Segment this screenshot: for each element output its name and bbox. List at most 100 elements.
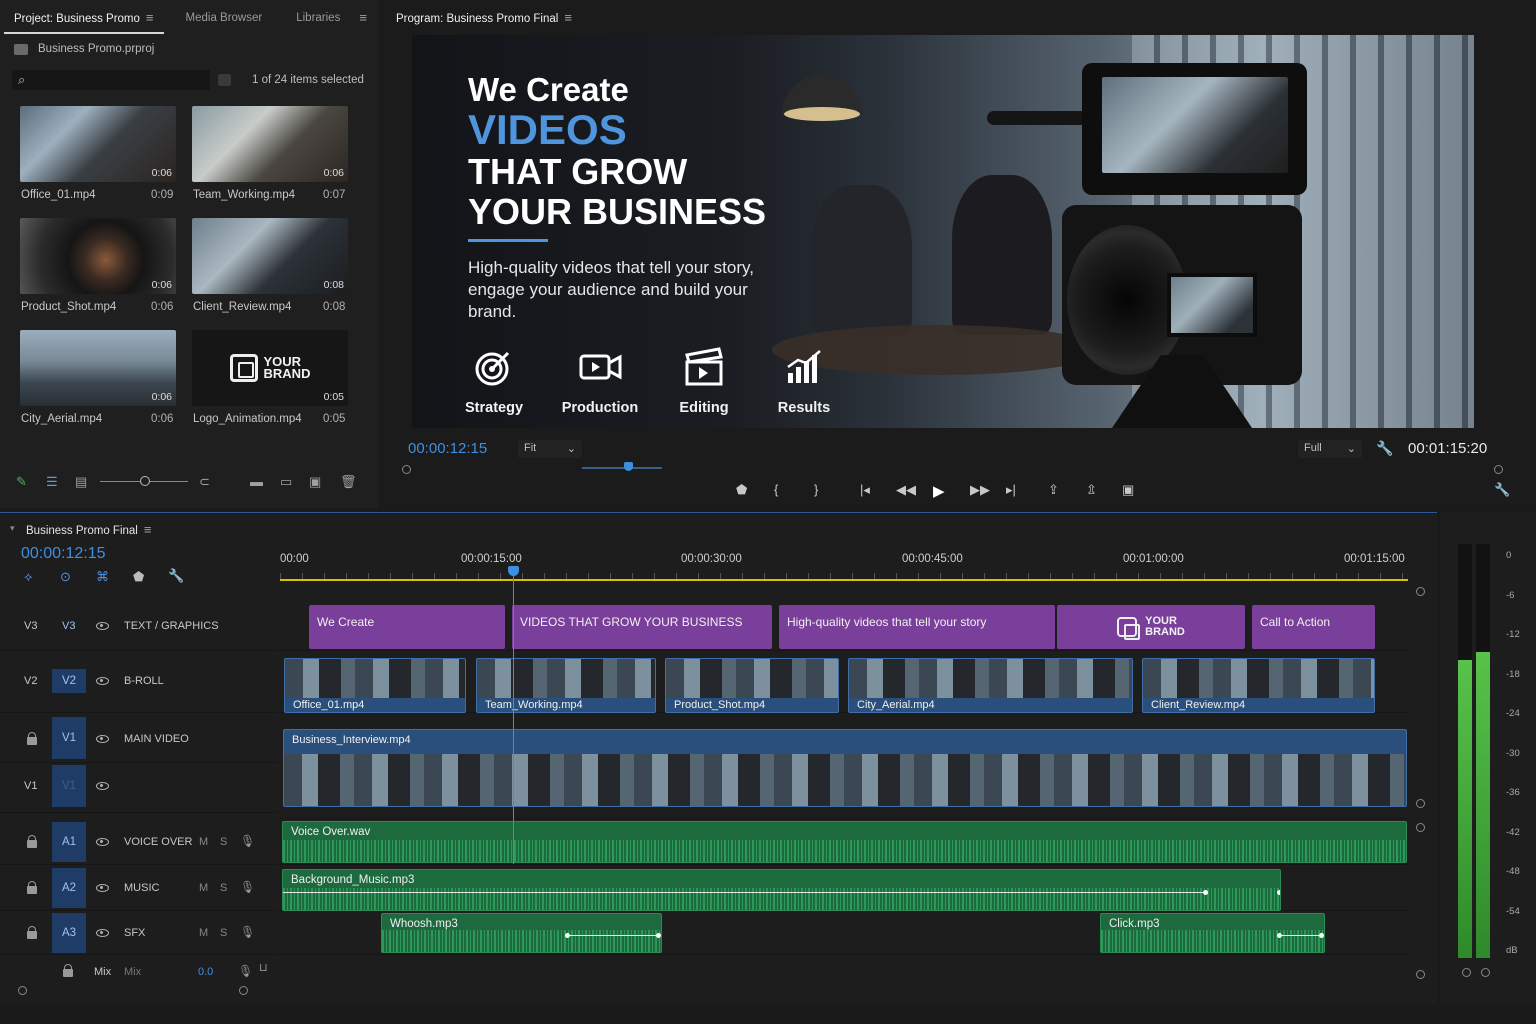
- track-target[interactable]: V1: [52, 765, 86, 807]
- lock-icon[interactable]: [63, 964, 73, 977]
- timeline-playhead-line[interactable]: [513, 570, 514, 864]
- eye-icon[interactable]: [96, 884, 109, 892]
- track-target[interactable]: V3: [62, 620, 75, 632]
- graphics-clip[interactable]: Call to Action: [1252, 605, 1375, 649]
- video-clip[interactable]: Team_Working.mp4: [476, 658, 656, 713]
- audio-clip[interactable]: Voice Over.wav: [282, 821, 1407, 863]
- vertical-scroll-handle[interactable]: [1416, 799, 1425, 808]
- sort-icon[interactable]: ⊂: [199, 474, 210, 490]
- panel-menu-icon[interactable]: ≡: [564, 10, 572, 25]
- eye-icon[interactable]: [96, 622, 109, 630]
- work-area-bar[interactable]: [280, 579, 1408, 581]
- track-id[interactable]: V2: [24, 675, 37, 687]
- volume-line[interactable]: [566, 935, 658, 936]
- new-bin-icon[interactable]: [218, 74, 231, 86]
- scrub-end-handle[interactable]: [1494, 465, 1503, 474]
- track-target[interactable]: V2: [52, 669, 86, 693]
- find-icon[interactable]: ▬: [250, 474, 263, 489]
- time-ruler[interactable]: 00:00 00:00:15:00 00:00:30:00 00:00:45:0…: [280, 549, 1410, 581]
- panel-menu-icon[interactable]: ≡: [359, 10, 367, 25]
- solo-button[interactable]: S: [220, 836, 227, 848]
- microphone-icon[interactable]: 🎙: [240, 880, 255, 894]
- keyframe[interactable]: [565, 933, 570, 938]
- clip-thumbnail[interactable]: YOUR BRAND 0:05: [192, 330, 348, 406]
- icon-view-icon[interactable]: ▤: [75, 474, 87, 490]
- scrub-start-handle[interactable]: [402, 465, 411, 474]
- graphics-clip-logo[interactable]: YOUR BRAND: [1057, 605, 1245, 649]
- mix-volume-value[interactable]: 0.0: [198, 966, 213, 978]
- mute-button[interactable]: M: [199, 882, 208, 894]
- tab-media-browser[interactable]: Media Browser: [176, 0, 273, 34]
- main-video-clip[interactable]: Business_Interview.mp4: [283, 729, 1407, 807]
- mark-out-icon[interactable]: }: [814, 482, 818, 497]
- volume-line[interactable]: [283, 892, 1205, 893]
- lift-icon[interactable]: ⇪: [1048, 482, 1059, 498]
- tab-program[interactable]: Program: Business Promo Final ≡: [386, 0, 582, 34]
- zoom-fit-dropdown[interactable]: Fit ⌄: [518, 440, 582, 458]
- tab-libraries[interactable]: Libraries: [286, 0, 350, 34]
- solo-button[interactable]: S: [220, 882, 227, 894]
- add-marker-icon[interactable]: ⬟: [133, 569, 144, 585]
- clip-thumbnail[interactable]: 0:08: [192, 218, 348, 294]
- mark-in-icon[interactable]: {: [774, 482, 778, 497]
- clip-thumbnail[interactable]: 0:06: [20, 218, 176, 294]
- microphone-icon[interactable]: 🎙: [240, 834, 255, 848]
- export-frame-icon[interactable]: ▣: [1122, 482, 1134, 498]
- clip-thumbnail[interactable]: 0:06: [192, 106, 348, 182]
- clip-thumbnail[interactable]: 0:06: [20, 106, 176, 182]
- lock-icon[interactable]: [27, 835, 37, 848]
- list-view-icon[interactable]: ☰: [46, 474, 58, 490]
- track-target[interactable]: A2: [52, 868, 86, 908]
- tab-project[interactable]: Project: Business Promo ≡: [4, 0, 164, 34]
- video-clip[interactable]: Client_Review.mp4: [1142, 658, 1375, 713]
- track-id[interactable]: V1: [24, 780, 37, 792]
- lock-icon[interactable]: [27, 881, 37, 894]
- add-marker-icon[interactable]: ⬟: [736, 482, 747, 498]
- keyframe[interactable]: [1277, 890, 1280, 895]
- new-item-icon[interactable]: ▣: [309, 474, 321, 490]
- keyframe[interactable]: [656, 933, 661, 938]
- eye-icon[interactable]: [96, 929, 109, 937]
- sequence-title[interactable]: Business Promo Final ≡: [26, 522, 151, 537]
- nest-icon[interactable]: ⟡: [24, 569, 33, 585]
- new-bin-icon[interactable]: ▭: [280, 474, 292, 490]
- track-target[interactable]: A3: [52, 913, 86, 953]
- video-clip[interactable]: City_Aerial.mp4: [848, 658, 1133, 713]
- eye-icon[interactable]: [96, 735, 109, 743]
- track-id[interactable]: V3: [24, 620, 37, 632]
- search-input[interactable]: ⌕: [12, 70, 210, 90]
- lock-icon[interactable]: [27, 732, 37, 745]
- eye-icon[interactable]: [96, 677, 109, 685]
- video-clip[interactable]: Office_01.mp4: [284, 658, 466, 713]
- go-to-in-icon[interactable]: |◂: [860, 482, 870, 498]
- write-icon[interactable]: ✎: [16, 474, 27, 490]
- step-back-icon[interactable]: ◀◀: [896, 482, 916, 498]
- wrench-icon[interactable]: 🔧: [168, 568, 184, 584]
- microphone-icon[interactable]: 🎙: [240, 925, 255, 939]
- go-to-out-icon[interactable]: ▸|: [1006, 482, 1016, 498]
- clip-thumbnail[interactable]: 0:06: [20, 330, 176, 406]
- wrench-icon[interactable]: 🔧: [1376, 440, 1393, 457]
- mute-button[interactable]: M: [199, 927, 208, 939]
- program-current-timecode[interactable]: 00:00:12:15: [408, 440, 487, 457]
- graphics-clip[interactable]: High-quality videos that tell your story: [779, 605, 1055, 649]
- vertical-scroll-handle[interactable]: [1416, 823, 1425, 832]
- eye-icon[interactable]: [96, 782, 109, 790]
- audio-clip[interactable]: Whoosh.mp3: [381, 913, 662, 953]
- collapse-icon[interactable]: ▾: [10, 523, 15, 534]
- graphics-clip[interactable]: We Create: [309, 605, 505, 649]
- step-forward-icon[interactable]: ▶▶: [970, 482, 990, 498]
- microphone-icon[interactable]: 🎙: [238, 964, 253, 978]
- button-editor-icon[interactable]: 🔧: [1494, 482, 1510, 498]
- audio-clip[interactable]: Click.mp3: [1100, 913, 1325, 953]
- mute-button[interactable]: M: [199, 836, 208, 848]
- solo-left-button[interactable]: [1462, 968, 1471, 977]
- play-icon[interactable]: ▶: [933, 482, 945, 500]
- track-scroll-start[interactable]: [18, 986, 27, 995]
- snap-icon[interactable]: ⊙: [60, 569, 71, 585]
- resolution-dropdown[interactable]: Full ⌄: [1298, 440, 1362, 458]
- program-playhead[interactable]: [624, 462, 633, 471]
- graphics-clip[interactable]: VIDEOS THAT GROW YOUR BUSINESS: [512, 605, 772, 649]
- keyframe[interactable]: [1277, 933, 1282, 938]
- panel-menu-icon[interactable]: ≡: [144, 522, 152, 537]
